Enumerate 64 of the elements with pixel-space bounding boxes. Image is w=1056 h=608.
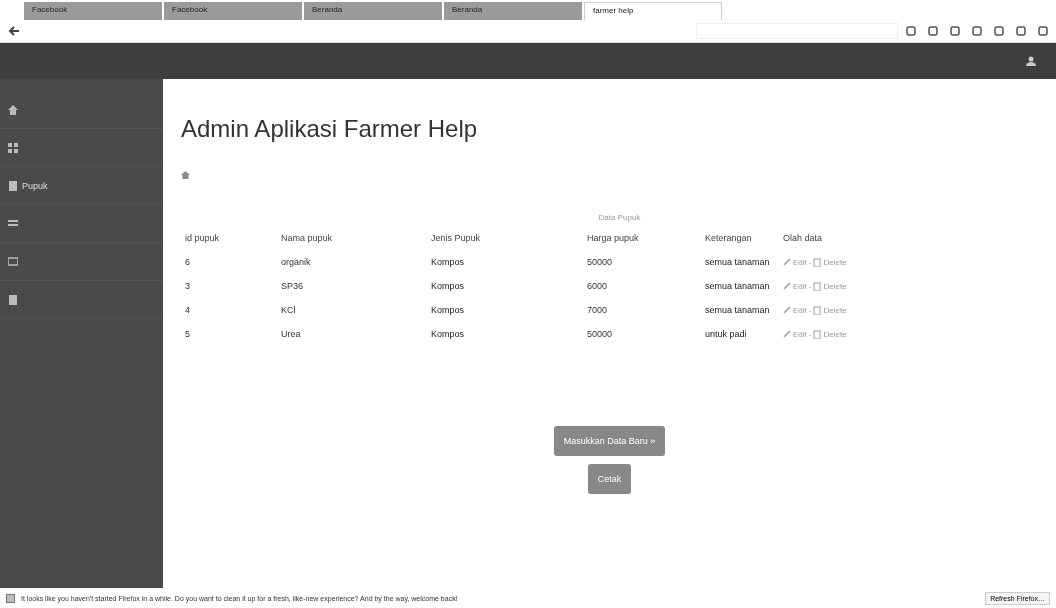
table-cell-text: SP36 xyxy=(280,280,305,293)
separator-text: - xyxy=(808,257,812,267)
column-header: Keterangan xyxy=(704,232,753,245)
browser-tab[interactable]: Beranda xyxy=(444,2,582,20)
edit-link[interactable]: Edit xyxy=(793,257,807,267)
edit-link[interactable]: Edit xyxy=(793,329,807,339)
table-cell-text: 3 xyxy=(184,280,191,293)
browser-tab[interactable]: Facebook xyxy=(164,2,302,20)
sidebar-item[interactable]: Pupuk xyxy=(22,180,48,191)
column-header: id pupuk xyxy=(184,232,221,245)
table-cell-text: 5 xyxy=(184,328,191,341)
table-cell-text: Kompos xyxy=(430,256,466,269)
pencil-icon xyxy=(783,258,791,266)
box-icon[interactable] xyxy=(8,180,18,191)
table-caption: Data Pupuk xyxy=(598,213,641,222)
separator-text: - xyxy=(808,281,812,291)
table-cell-text: 50000 xyxy=(586,328,614,341)
book-icon[interactable] xyxy=(8,294,18,305)
table-cell-text: Kompos xyxy=(430,280,466,293)
column-header: Nama pupuk xyxy=(280,232,334,245)
trash-icon xyxy=(813,305,822,315)
list-icon[interactable] xyxy=(8,218,18,229)
delete-link[interactable]: Delete xyxy=(823,257,847,267)
table-cell-text: Urea xyxy=(280,328,302,341)
table-cell-text: KCl xyxy=(280,304,297,317)
grid-icon[interactable] xyxy=(8,142,18,153)
browser-tab[interactable]: farmer help xyxy=(584,2,722,20)
edit-link[interactable]: Edit xyxy=(793,305,807,315)
trash-icon xyxy=(813,281,822,291)
table-cell-text: semua tanaman xyxy=(704,304,771,317)
column-header: Olah data xyxy=(782,232,824,245)
table-cell-text: 4 xyxy=(184,304,191,317)
browser-tab[interactable]: Beranda xyxy=(304,2,442,20)
delete-link[interactable]: Delete xyxy=(823,329,847,339)
browser-tab[interactable]: Facebook xyxy=(24,2,162,20)
pencil-icon xyxy=(783,306,791,314)
user-icon[interactable] xyxy=(1026,56,1036,66)
separator-text: - xyxy=(808,329,812,339)
info-icon xyxy=(6,593,15,603)
table-cell-text: organik xyxy=(280,256,312,269)
table-cell-text: untuk padi xyxy=(704,328,748,341)
page-title: Admin Aplikasi Farmer Help xyxy=(181,115,479,143)
table-cell-text: 50000 xyxy=(586,256,614,269)
column-header: Jenis Pupuk xyxy=(430,232,482,245)
table-cell-text: semua tanaman xyxy=(704,256,771,269)
pencil-icon xyxy=(783,282,791,290)
table-cell-text: 7000 xyxy=(586,304,609,317)
back-icon[interactable] xyxy=(8,25,20,37)
monitor-icon[interactable] xyxy=(8,256,18,267)
delete-link[interactable]: Delete xyxy=(823,305,847,315)
table-cell-text: 6 xyxy=(184,256,191,269)
table-cell-text: semua tanaman xyxy=(704,280,771,293)
table-cell-text: Kompos xyxy=(430,304,466,317)
trash-icon xyxy=(813,329,822,339)
edit-link[interactable]: Edit xyxy=(793,281,807,291)
table-cell-text: 6000 xyxy=(586,280,609,293)
add-data-button[interactable]: Masukkan Data Baru » xyxy=(553,426,666,456)
trash-icon xyxy=(813,257,822,267)
delete-link[interactable]: Delete xyxy=(823,281,847,291)
separator-text: - xyxy=(808,305,812,315)
pencil-icon xyxy=(783,330,791,338)
table-cell-text: Kompos xyxy=(430,328,466,341)
column-header: Harga pupuk xyxy=(586,232,640,245)
print-button[interactable]: Cetak xyxy=(587,464,632,494)
